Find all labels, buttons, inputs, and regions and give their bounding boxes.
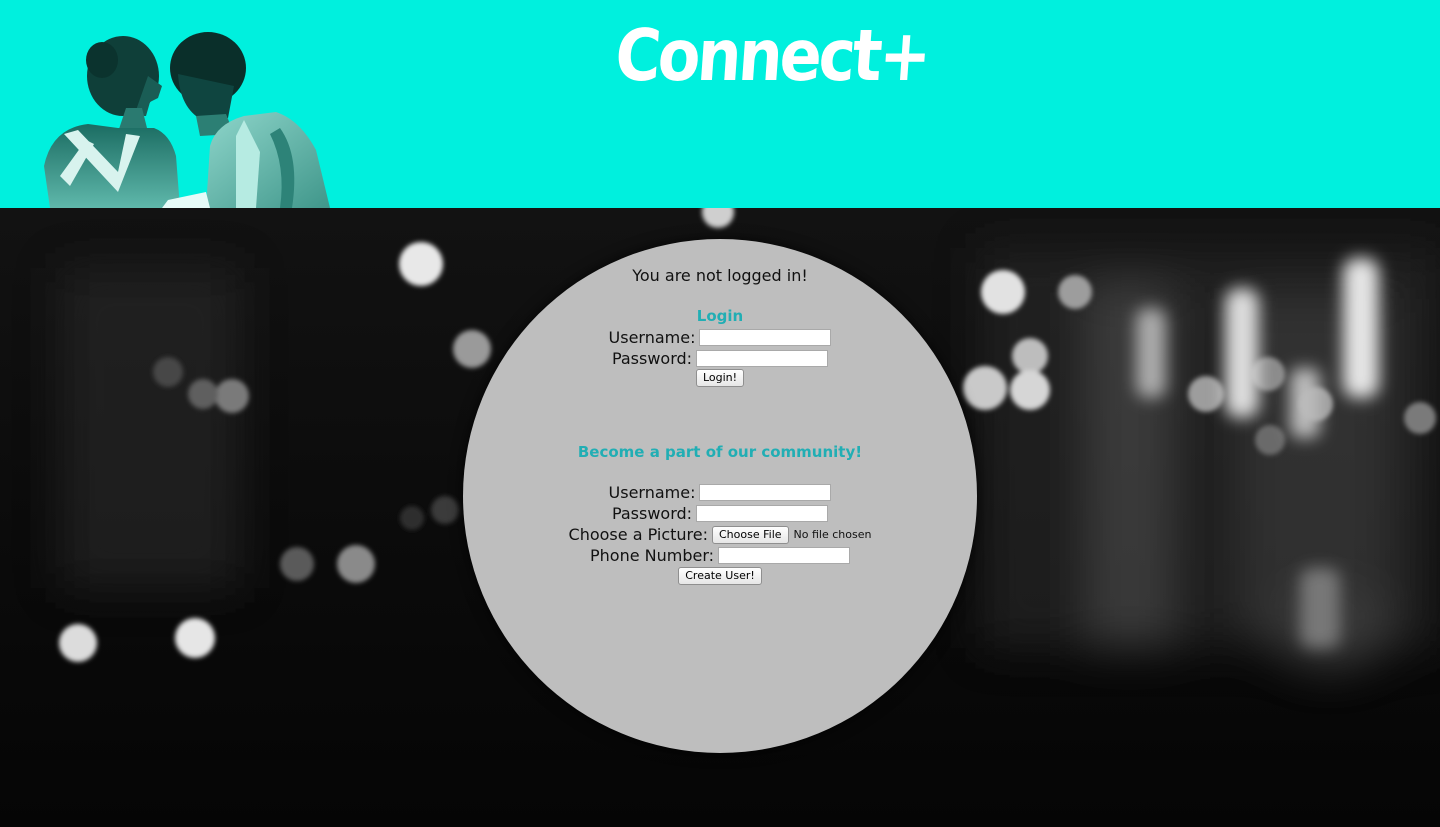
register-password-input[interactable] xyxy=(696,505,829,522)
register-phone-label: Phone Number: xyxy=(589,546,715,565)
create-user-button[interactable]: Create User! xyxy=(678,566,762,585)
login-status-message: You are not logged in! xyxy=(632,266,808,285)
login-password-label: Password: xyxy=(611,349,693,368)
register-phone-row: Phone Number: xyxy=(463,545,977,566)
logo-title: Connect+ xyxy=(612,13,932,98)
register-picture-label: Choose a Picture: xyxy=(568,525,708,544)
auth-circle-panel: You are not logged in! Login Username: P… xyxy=(463,239,977,753)
login-submit-row: Login! xyxy=(463,367,977,388)
header: Connect+ xyxy=(0,0,1440,208)
register-username-row: Username: xyxy=(463,482,977,503)
register-submit-row: Create User! xyxy=(463,565,977,586)
register-username-input[interactable] xyxy=(699,484,832,501)
register-picture-row: Choose a Picture: Choose File No file ch… xyxy=(463,524,977,545)
login-password-input[interactable] xyxy=(696,350,829,367)
login-username-input[interactable] xyxy=(699,329,832,346)
login-username-label: Username: xyxy=(608,328,696,347)
login-title: Login xyxy=(696,307,744,325)
login-username-row: Username: xyxy=(463,327,977,348)
register-password-row: Password: xyxy=(463,503,977,524)
login-button[interactable]: Login! xyxy=(695,368,745,387)
register-title: Become a part of our community! xyxy=(577,443,863,461)
choose-file-button[interactable]: Choose File xyxy=(712,525,789,544)
register-username-label: Username: xyxy=(608,483,696,502)
page: Connect+ You are not logged in! Login Us… xyxy=(0,0,1440,827)
couple-photo-icon xyxy=(44,32,330,208)
register-password-label: Password: xyxy=(611,504,693,523)
login-password-row: Password: xyxy=(463,348,977,369)
register-phone-input[interactable] xyxy=(718,547,851,564)
file-status-text: No file chosen xyxy=(793,528,872,541)
